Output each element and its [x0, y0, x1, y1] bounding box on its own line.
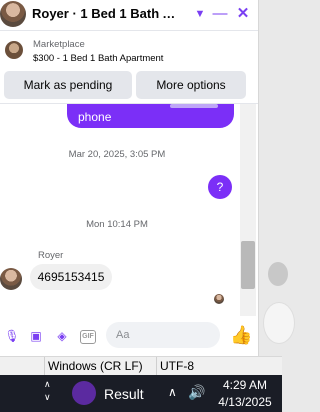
microphone-icon[interactable]: 🎙 [4, 328, 20, 344]
gif-icon[interactable]: GIF [80, 330, 96, 344]
message-input[interactable]: Aa [106, 322, 220, 348]
background-circle [264, 303, 294, 343]
taskbar: ∧ ∨ Result ∧ 🔊 4:29 AM 4/13/2025 [0, 375, 282, 412]
message-input-placeholder: Aa [116, 329, 130, 341]
encoding-indicator: UTF-8 [160, 359, 194, 373]
listing-thumbnail [5, 41, 23, 59]
taskbar-chevrons-icon[interactable]: ∧ ∨ [44, 378, 51, 404]
like-icon[interactable]: 👍 [230, 324, 252, 346]
scrollbar-thumb[interactable] [241, 241, 255, 289]
seen-indicator-avatar [214, 294, 224, 304]
incoming-message[interactable]: 4695153415 [30, 264, 112, 290]
clock-date[interactable]: 4/13/2025 [210, 395, 280, 409]
sticker-icon[interactable]: ◈ [54, 328, 70, 344]
outgoing-message-text: phone [78, 110, 112, 124]
message-composer: 🎙 ▣ ◈ GIF Aa 👍 [0, 316, 258, 356]
question-message[interactable]: ? [208, 175, 232, 199]
timestamp: Mar 20, 2025, 3:05 PM [68, 149, 166, 160]
app-icon[interactable] [72, 381, 96, 405]
mark-as-pending-button[interactable]: Mark as pending [4, 71, 132, 99]
chat-header: Royer · 1 Bed 1 Bath Apart… ▼ — ✕ [0, 0, 258, 31]
avatar[interactable] [0, 268, 22, 290]
messenger-chat-window: Royer · 1 Bed 1 Bath Apart… ▼ — ✕ Market… [0, 0, 258, 356]
avatar[interactable] [0, 1, 26, 27]
marketplace-label: Marketplace [33, 39, 85, 50]
chevron-up-icon[interactable]: ∧ [168, 385, 177, 399]
line-ending-indicator: Windows (CR LF) [48, 359, 143, 373]
editor-status-bar: Windows (CR LF) UTF-8 [0, 356, 282, 376]
volume-icon[interactable]: 🔊 [188, 384, 205, 401]
more-options-button[interactable]: More options [136, 71, 246, 99]
close-icon[interactable]: ✕ [233, 4, 253, 24]
status-separator [44, 357, 45, 376]
image-icon[interactable]: ▣ [28, 328, 44, 344]
sender-name: Royer [38, 250, 64, 261]
minimize-icon[interactable]: — [210, 4, 230, 24]
status-separator [156, 357, 157, 376]
conversation-area: phone Mar 20, 2025, 3:05 PM ? Mon 10:14 … [0, 104, 258, 316]
listing-title[interactable]: $300 - 1 Bed 1 Bath Apartment [33, 53, 163, 64]
taskbar-app-label[interactable]: Result [104, 386, 144, 402]
timestamp: Mon 10:14 PM [86, 219, 148, 230]
chevron-down-icon[interactable]: ▼ [190, 4, 210, 24]
chat-title[interactable]: Royer · 1 Bed 1 Bath Apart… [32, 6, 184, 21]
bubble-top-stub [170, 104, 218, 108]
marketplace-panel: Marketplace $300 - 1 Bed 1 Bath Apartmen… [0, 31, 258, 104]
clock-time[interactable]: 4:29 AM [210, 378, 280, 392]
background-shape [268, 262, 288, 286]
